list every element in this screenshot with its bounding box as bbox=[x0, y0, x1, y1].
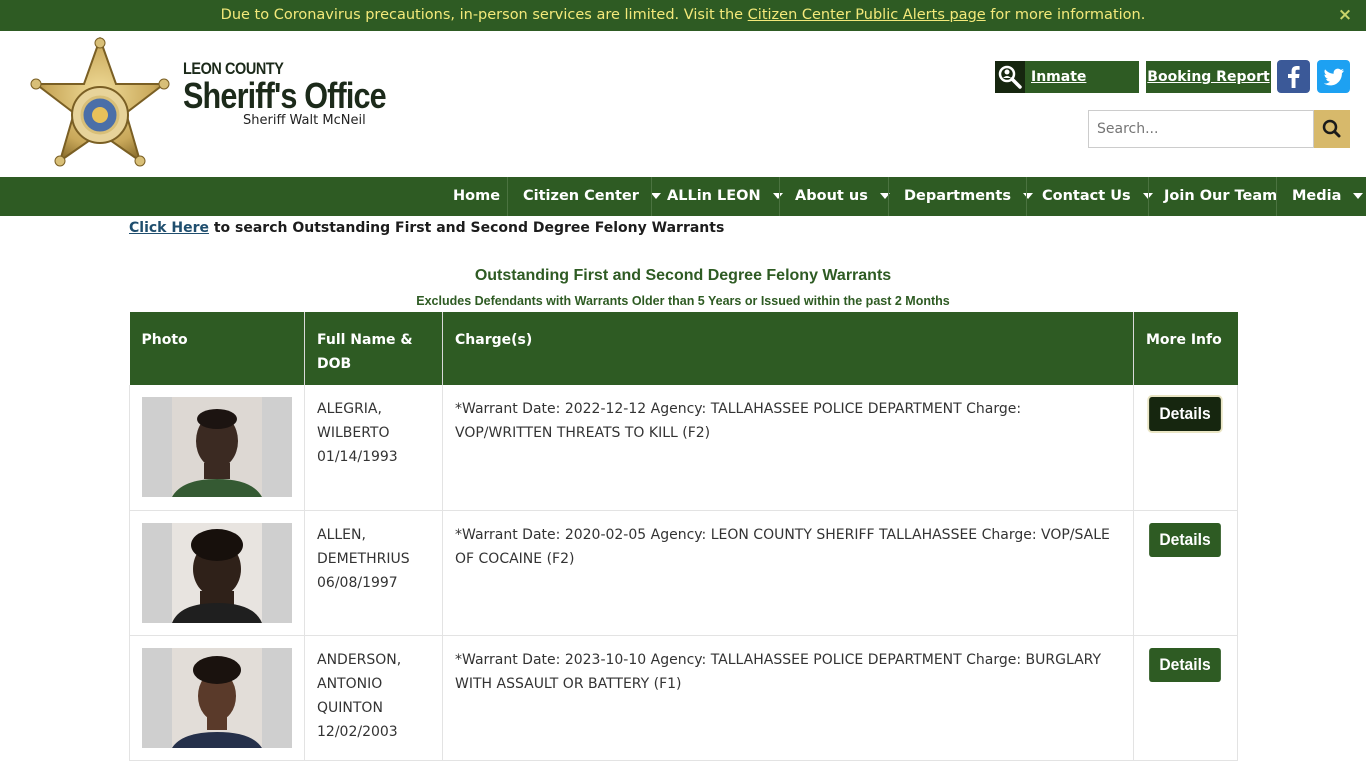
more-info-cell: Details bbox=[1133, 385, 1238, 511]
nav-item-join-our-team[interactable]: Join Our Team bbox=[1148, 177, 1292, 216]
mugshot-photo bbox=[142, 522, 292, 623]
column-header-more-info: More Info bbox=[1133, 312, 1238, 385]
charges-cell: *Warrant Date: 2020-02-05 Agency: LEON C… bbox=[442, 510, 1134, 636]
column-header-photo: Photo bbox=[129, 312, 305, 385]
inmate-name-line: ANDERSON, bbox=[317, 651, 402, 668]
more-info-cell: Details bbox=[1133, 510, 1238, 636]
search-button[interactable] bbox=[1314, 110, 1350, 148]
nav-item-home[interactable]: Home bbox=[438, 177, 515, 216]
main-nav: Home Citizen Center ALLin LEON About us … bbox=[0, 177, 1366, 216]
inmate-search-icon bbox=[995, 61, 1025, 93]
alert-text-after: for more information. bbox=[985, 7, 1146, 23]
table-row: ANDERSON, ANTONIO QUINTON 12/02/2003 *Wa… bbox=[129, 635, 1238, 761]
inmate-dob: 06/08/1997 bbox=[317, 574, 398, 591]
nav-label: Contact Us bbox=[1042, 188, 1131, 204]
nav-label: Media bbox=[1292, 188, 1342, 204]
inmate-name-line: WILBERTO bbox=[317, 425, 390, 441]
booking-report-button[interactable]: Booking Report bbox=[1146, 61, 1271, 93]
table-header-row: Photo Full Name & DOB Charge(s) More Inf… bbox=[129, 312, 1238, 385]
sheriff-star-icon[interactable] bbox=[30, 37, 170, 171]
column-header-charges: Charge(s) bbox=[442, 312, 1134, 385]
twitter-icon[interactable] bbox=[1317, 60, 1350, 93]
brand[interactable]: LEON COUNTY Sheriff's Office Sheriff Wal… bbox=[183, 59, 422, 128]
page-subtitle: Excludes Defendants with Warrants Older … bbox=[416, 294, 950, 308]
table-row: ALLEN, DEMETHRIUS 06/08/1997 *Warrant Da… bbox=[129, 510, 1238, 636]
photo-cell bbox=[129, 510, 305, 636]
details-button[interactable]: Details bbox=[1149, 647, 1221, 682]
nav-label: Home bbox=[453, 188, 501, 204]
name-dob-cell: ALLEN, DEMETHRIUS 06/08/1997 bbox=[304, 510, 443, 636]
charges-cell: *Warrant Date: 2023-10-10 Agency: TALLAH… bbox=[442, 635, 1134, 761]
page-title: Outstanding First and Second Degree Felo… bbox=[474, 267, 892, 284]
close-icon[interactable]: × bbox=[1336, 0, 1354, 31]
brand-sheriff: Sheriff Walt McNeil bbox=[243, 113, 366, 128]
inmate-search-label: Inmate Search bbox=[1031, 69, 1087, 117]
nav-label: Citizen Center bbox=[523, 188, 639, 204]
facebook-icon[interactable] bbox=[1277, 60, 1310, 93]
mugshot-photo bbox=[142, 397, 292, 497]
details-button[interactable]: Details bbox=[1149, 522, 1221, 557]
search-input[interactable] bbox=[1088, 110, 1314, 148]
photo-cell bbox=[129, 635, 305, 761]
nav-item-allin-leon[interactable]: ALLin LEON bbox=[651, 177, 798, 216]
inmate-name-line: DEMETHRIUS bbox=[317, 550, 410, 567]
inmate-dob: 12/02/2003 bbox=[317, 723, 398, 740]
nav-item-media[interactable]: Media bbox=[1276, 177, 1366, 216]
inmate-name-line: ANTONIO bbox=[317, 675, 383, 692]
nav-item-departments[interactable]: Departments bbox=[888, 177, 1048, 216]
details-button[interactable]: Details bbox=[1149, 397, 1221, 431]
table-row: ALEGRIA, WILBERTO 01/14/1993 *Warrant Da… bbox=[129, 385, 1238, 511]
inmate-search-button[interactable]: Inmate Search bbox=[995, 61, 1139, 117]
nav-item-about-us[interactable]: About us bbox=[779, 177, 905, 216]
nav-label: Join Our Team bbox=[1164, 188, 1278, 204]
chevron-down-icon bbox=[1353, 193, 1364, 199]
click-here-link[interactable]: Click Here bbox=[129, 220, 209, 236]
search-icon bbox=[1322, 119, 1341, 138]
column-header-name-dob: Full Name & DOB bbox=[304, 312, 443, 385]
alert-text-before: Due to Coronavirus precautions, in-perso… bbox=[220, 7, 748, 23]
alert-banner: Due to Coronavirus precautions, in-perso… bbox=[0, 0, 1366, 31]
photo-cell bbox=[129, 385, 305, 511]
warrant-search-line: Click Here to search Outstanding First a… bbox=[129, 220, 724, 236]
click-here-text: to search Outstanding First and Second D… bbox=[208, 220, 725, 236]
site-header: LEON COUNTY Sheriff's Office Sheriff Wal… bbox=[0, 31, 1366, 177]
brand-office: Sheriff's Office bbox=[183, 75, 387, 116]
inmate-name-line: ALLEN, bbox=[317, 526, 366, 543]
inmate-name-line: QUINTON bbox=[317, 699, 383, 716]
public-alerts-link[interactable]: Citizen Center Public Alerts page bbox=[748, 7, 986, 23]
name-dob-cell: ANDERSON, ANTONIO QUINTON 12/02/2003 bbox=[304, 635, 443, 761]
nav-label: Departments bbox=[904, 188, 1011, 204]
name-dob-cell: ALEGRIA, WILBERTO 01/14/1993 bbox=[304, 385, 443, 511]
charges-cell: *Warrant Date: 2022-12-12 Agency: TALLAH… bbox=[442, 385, 1134, 511]
nav-label: About us bbox=[795, 188, 868, 204]
inmate-name-line: ALEGRIA, bbox=[317, 401, 382, 417]
site-search bbox=[1088, 110, 1350, 148]
nav-label: ALLin LEON bbox=[667, 188, 761, 204]
inmate-dob: 01/14/1993 bbox=[317, 449, 398, 465]
mugshot-photo bbox=[142, 647, 292, 748]
nav-item-contact-us[interactable]: Contact Us bbox=[1026, 177, 1168, 216]
warrants-table: Photo Full Name & DOB Charge(s) More Inf… bbox=[129, 312, 1238, 761]
more-info-cell: Details bbox=[1133, 635, 1238, 761]
